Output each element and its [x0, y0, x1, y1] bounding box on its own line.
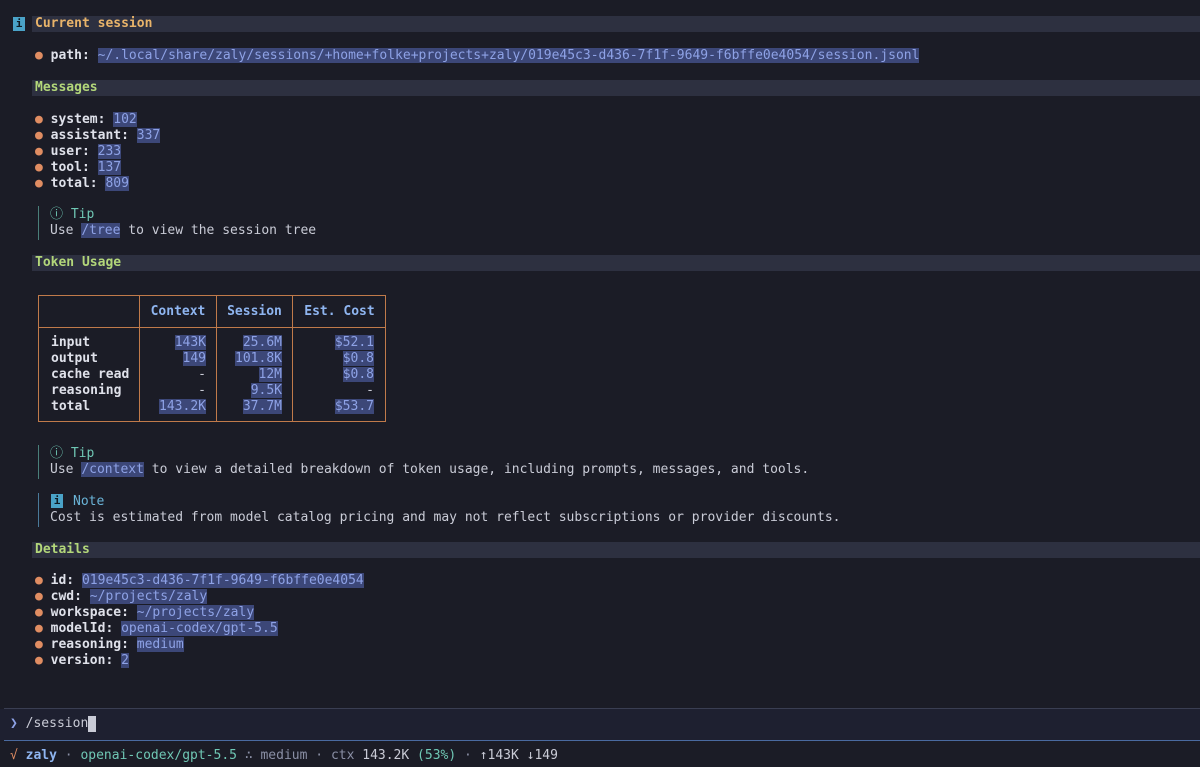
tokens-down: ↓149	[526, 748, 558, 763]
token-usage-heading: Token Usage	[35, 255, 122, 270]
table-cell: 143K	[174, 335, 206, 350]
model-name: openai-codex/gpt-5.5	[80, 748, 237, 763]
tip-callout-bar	[38, 445, 39, 479]
list-item: ● modelId: openai-codex/gpt-5.5	[35, 621, 278, 636]
prompt-input-area[interactable]	[0, 709, 1200, 740]
tip-text: Use /context to view a detailed breakdow…	[50, 462, 810, 477]
ctx-value: 143.2K	[362, 748, 410, 763]
info-icon: i	[51, 494, 63, 508]
token-usage-table: Context Session Est. Cost input 143K 25.…	[38, 295, 386, 422]
info-circle-icon: ⓘ	[50, 207, 64, 222]
table-cell: 143.2K	[159, 399, 206, 414]
bullet-icon: ●	[35, 176, 43, 191]
list-item: ● tool: 137	[35, 160, 122, 175]
list-item: ● id: 019e45c3-d436-7f1f-9649-f6bffe0e40…	[35, 573, 364, 588]
ctx-percent: (53%)	[417, 748, 457, 763]
input-top-divider	[4, 708, 1200, 709]
list-item: ● user: 233	[35, 144, 122, 159]
session-header-bar	[32, 16, 1200, 32]
list-item: ● reasoning: medium	[35, 637, 184, 652]
table-cell: $0.8	[342, 367, 374, 382]
bullet-icon: ●	[35, 621, 43, 636]
table-divider	[39, 327, 385, 328]
list-item: ● version: 2	[35, 653, 129, 668]
text-cursor	[88, 716, 97, 732]
note-callout-bar	[38, 493, 39, 527]
list-item: ● workspace: ~/projects/zaly	[35, 605, 255, 620]
list-item: ● system: 102	[35, 112, 137, 127]
table-cell: $0.8	[342, 351, 374, 366]
tip-title: ⓘ Tip	[50, 207, 95, 222]
table-row-label: output	[51, 351, 98, 366]
table-row-label: input	[51, 335, 91, 350]
reasoning-icon: ∴	[244, 748, 253, 763]
list-item: ● assistant: 337	[35, 128, 161, 143]
table-row-label: cache read	[51, 367, 130, 382]
prompt-chevron-icon: ❯	[10, 716, 18, 731]
prompt-input-value[interactable]: /session	[26, 716, 89, 731]
table-cell: -	[198, 367, 206, 382]
tip-text: Use /tree to view the session tree	[50, 223, 317, 238]
column-header-session: Session	[227, 304, 282, 319]
table-cell: -	[198, 383, 206, 398]
bullet-icon: ●	[35, 112, 43, 127]
bullet-icon: ●	[35, 653, 43, 668]
table-row-label: total	[51, 399, 91, 414]
messages-heading-bar	[32, 80, 1200, 96]
table-cell: 9.5K	[250, 383, 282, 398]
tip-title: ⓘ Tip	[50, 446, 95, 461]
table-cell: 12M	[258, 367, 282, 382]
details-heading: Details	[35, 542, 90, 557]
info-icon: i	[13, 17, 25, 31]
tokens-up: ↑143K	[479, 748, 519, 763]
table-cell: $52.1	[334, 335, 374, 350]
note-title: Note	[73, 494, 105, 509]
bullet-icon: ●	[35, 573, 43, 588]
bullet-icon: ●	[35, 589, 43, 604]
column-header-cost: Est. Cost	[304, 304, 375, 319]
table-cell: 25.6M	[242, 335, 282, 350]
tree-command[interactable]: /tree	[81, 223, 121, 238]
bullet-icon: ●	[35, 128, 43, 143]
status-bar: √ zaly · openai-codex/gpt-5.5 ∴ medium ·…	[10, 748, 558, 763]
check-icon: √	[10, 748, 18, 763]
session-title: Current session	[35, 16, 153, 31]
reasoning-level: medium	[260, 748, 308, 763]
session-path-row: ● path: ~/.local/share/zaly/sessions/+ho…	[35, 48, 920, 64]
path-label: path:	[50, 48, 90, 63]
table-cell: $53.7	[334, 399, 374, 414]
messages-heading: Messages	[35, 80, 98, 95]
path-value[interactable]: ~/.local/share/zaly/sessions/+home+folke…	[97, 48, 920, 63]
details-heading-bar	[32, 542, 1200, 558]
table-cell: 101.8K	[235, 351, 282, 366]
bullet-icon: ●	[35, 48, 43, 63]
token-usage-heading-bar	[32, 255, 1200, 271]
ctx-label: ctx	[330, 748, 355, 763]
context-command[interactable]: /context	[81, 462, 144, 477]
note-text: Cost is estimated from model catalog pri…	[50, 510, 841, 525]
table-cell: -	[366, 383, 374, 398]
info-circle-icon: ⓘ	[50, 446, 64, 461]
bullet-icon: ●	[35, 637, 43, 652]
table-cell: 149	[182, 351, 206, 366]
input-bottom-divider	[4, 740, 1200, 741]
column-header-context: Context	[150, 304, 206, 319]
bullet-icon: ●	[35, 144, 43, 159]
list-item: ● total: 809	[35, 176, 129, 191]
table-row-label: reasoning	[51, 383, 122, 398]
app-name: zaly	[25, 748, 57, 763]
bullet-icon: ●	[35, 605, 43, 620]
table-cell: 37.7M	[242, 399, 282, 414]
prompt-input[interactable]: ❯ /session	[10, 716, 97, 732]
list-item: ● cwd: ~/projects/zaly	[35, 589, 208, 604]
tip-callout-bar	[38, 206, 39, 240]
bullet-icon: ●	[35, 160, 43, 175]
